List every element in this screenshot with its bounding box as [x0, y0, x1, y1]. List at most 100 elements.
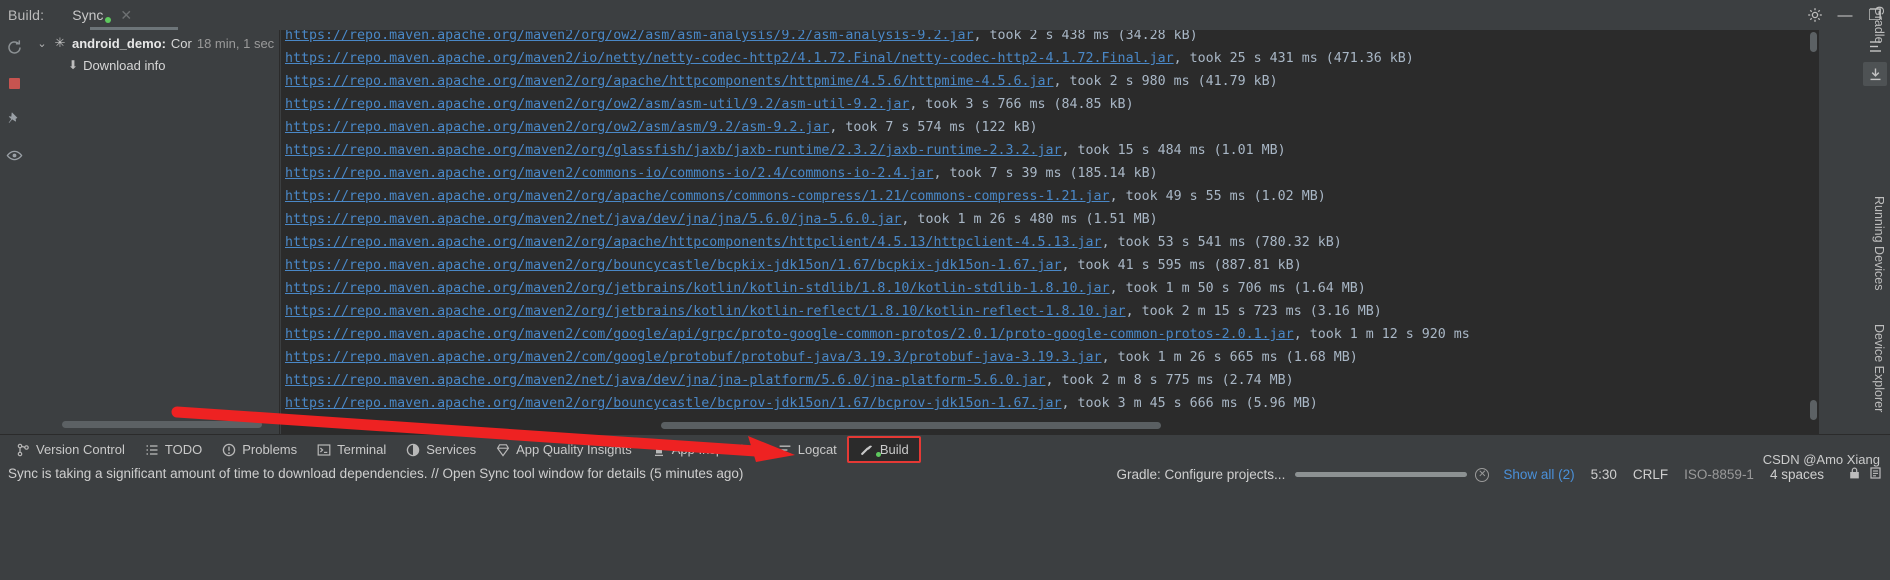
log-line-meta: , took 1 m 50 s 706 ms (1.64 MB) [1109, 281, 1366, 296]
chevron-down-icon[interactable]: ⌄ [36, 37, 48, 50]
tool-window-button-services[interactable]: Services [396, 437, 486, 462]
hide-icon[interactable] [1863, 34, 1887, 58]
tool-window-label: Problems [242, 442, 298, 457]
sync-status-dot [105, 17, 112, 23]
cancel-task-icon[interactable]: ✕ [1475, 467, 1490, 482]
tool-window-label: Services [426, 442, 477, 457]
log-line-url[interactable]: https://repo.maven.apache.org/maven2/com… [285, 166, 933, 181]
log-line-url[interactable]: https://repo.maven.apache.org/maven2/com… [285, 350, 1102, 365]
tool-window-label: Build [879, 442, 909, 457]
scroll-thumb-top[interactable] [1810, 32, 1817, 52]
version-control-icon [16, 443, 30, 457]
tree-horizontal-scrollbar[interactable] [62, 421, 262, 428]
log-line-url[interactable]: https://repo.maven.apache.org/maven2/io/… [285, 51, 1174, 66]
console-vertical-scrollbar[interactable] [1809, 30, 1818, 434]
tool-window-button-terminal[interactable]: Terminal [307, 437, 396, 462]
status-bar-right: Gradle: Configure projects... ✕ Show all… [1116, 466, 1882, 483]
log-line-meta: , took 3 m 45 s 666 ms (5.96 MB) [1061, 396, 1318, 411]
minimize-button[interactable]: — [1830, 0, 1860, 30]
lock-icon[interactable] [1848, 466, 1861, 483]
log-line: https://repo.maven.apache.org/maven2/org… [281, 254, 1819, 277]
scroll-thumb-bottom[interactable] [1810, 400, 1817, 420]
log-line: https://repo.maven.apache.org/maven2/org… [281, 116, 1819, 139]
log-line-url[interactable]: https://repo.maven.apache.org/maven2/org… [285, 143, 1062, 158]
line-separator[interactable]: CRLF [1633, 467, 1668, 482]
status-bar: Sync is taking a significant amount of t… [0, 452, 1890, 580]
indent-setting[interactable]: 4 spaces [1770, 467, 1824, 482]
download-icon: ⬇ [68, 58, 79, 72]
log-line-url[interactable]: https://repo.maven.apache.org/maven2/org… [285, 30, 973, 43]
log-line-url[interactable]: https://repo.maven.apache.org/maven2/org… [285, 281, 1110, 296]
file-encoding[interactable]: ISO-8859-1 [1684, 467, 1754, 482]
tool-window-button-problems[interactable]: Problems [212, 437, 307, 462]
caret-position[interactable]: 5:30 [1591, 467, 1617, 482]
tool-window-button-app-quality-insights[interactable]: App Quality Insights [486, 437, 642, 462]
stop-icon[interactable] [3, 72, 25, 94]
status-message[interactable]: Sync is taking a significant amount of t… [8, 466, 743, 481]
tool-window-button-build[interactable]: Build [846, 436, 921, 463]
right-toolbar-rail [1860, 30, 1890, 434]
tree-row-download-info[interactable]: ⬇ Download info [28, 54, 279, 76]
tool-window-label: App Inspection [671, 442, 758, 457]
build-status-dot [875, 452, 881, 457]
rerun-icon[interactable] [3, 36, 25, 58]
tree-child-label: Download info [83, 57, 166, 73]
log-line-meta: , took 53 s 541 ms (780.32 kB) [1101, 235, 1342, 250]
tree-row-root[interactable]: ⌄ ✳ android_demo: Cor 18 min, 1 sec [28, 32, 279, 54]
tool-window-button-todo[interactable]: TODO [135, 437, 212, 462]
console-horizontal-scrollbar[interactable] [661, 422, 1161, 429]
log-line: https://repo.maven.apache.org/maven2/org… [281, 30, 1819, 47]
maximize-button[interactable]: ❐ [1860, 0, 1890, 30]
build-header-label: Build: [8, 7, 45, 23]
tab-sync-label: Sync [72, 7, 104, 23]
log-line-url[interactable]: https://repo.maven.apache.org/maven2/org… [285, 120, 829, 135]
log-line-url[interactable]: https://repo.maven.apache.org/maven2/net… [285, 373, 1046, 388]
tab-sync[interactable]: Sync ✕ [68, 0, 179, 30]
log-line-url[interactable]: https://repo.maven.apache.org/maven2/net… [285, 212, 901, 227]
log-line-url[interactable]: https://repo.maven.apache.org/maven2/com… [285, 327, 1294, 342]
tree-root-duration: 18 min, 1 sec [196, 35, 275, 51]
show-all-link[interactable]: Show all (2) [1503, 467, 1574, 482]
log-line-meta: , took 2 m 8 s 775 ms (2.74 MB) [1045, 373, 1294, 388]
log-line-url[interactable]: https://repo.maven.apache.org/maven2/org… [285, 304, 1126, 319]
app-inspection-icon [652, 443, 666, 457]
log-line-meta: , took 1 m 26 s 665 ms (1.68 MB) [1101, 350, 1358, 365]
log-line: https://repo.maven.apache.org/maven2/net… [281, 369, 1819, 392]
log-line: https://repo.maven.apache.org/maven2/com… [281, 323, 1819, 346]
log-line-url[interactable]: https://repo.maven.apache.org/maven2/org… [285, 235, 1102, 250]
log-line-meta: , took 15 s 484 ms (1.01 MB) [1061, 143, 1286, 158]
build-output-console[interactable]: https://repo.maven.apache.org/maven2/org… [281, 30, 1819, 434]
log-line-meta: , took 7 s 39 ms (185.14 kB) [933, 166, 1158, 181]
gear-icon[interactable] [1800, 0, 1830, 30]
log-line-url[interactable]: https://repo.maven.apache.org/maven2/org… [285, 189, 1110, 204]
log-line-meta: , took 49 s 55 ms (1.02 MB) [1109, 189, 1326, 204]
log-line-meta: , took 41 s 595 ms (887.81 kB) [1061, 258, 1302, 273]
tool-window-label: Logcat [797, 442, 837, 457]
close-icon[interactable]: ✕ [120, 8, 132, 22]
tool-window-button-version-control[interactable]: Version Control [6, 437, 135, 462]
log-line-meta: , took 1 m 12 s 920 ms [1293, 327, 1470, 342]
log-line-meta: , took 7 s 574 ms (122 kB) [829, 120, 1038, 135]
log-line: https://repo.maven.apache.org/maven2/org… [281, 93, 1819, 116]
watermark: CSDN @Amo Xiang [1762, 452, 1880, 467]
log-line-url[interactable]: https://repo.maven.apache.org/maven2/org… [285, 258, 1062, 273]
eye-icon[interactable] [3, 144, 25, 166]
build-toolwindow-header: Build: Sync ✕ — ❐ [0, 0, 1890, 30]
log-line-url[interactable]: https://repo.maven.apache.org/maven2/org… [285, 396, 1062, 411]
log-line-meta: , took 2 s 980 ms (41.79 kB) [1053, 74, 1278, 89]
download-sources-icon[interactable] [1863, 62, 1887, 86]
log-line-url[interactable]: https://repo.maven.apache.org/maven2/org… [285, 97, 909, 112]
log-line: https://repo.maven.apache.org/maven2/org… [281, 70, 1819, 93]
tool-window-button-app-inspection[interactable]: App Inspection [642, 437, 768, 462]
log-line: https://repo.maven.apache.org/maven2/org… [281, 139, 1819, 162]
pin-icon[interactable] [3, 108, 25, 130]
app-quality-insights-icon [496, 443, 510, 457]
log-line-url[interactable]: https://repo.maven.apache.org/maven2/org… [285, 74, 1054, 89]
tool-window-button-logcat[interactable]: Logcat [768, 437, 847, 462]
notifications-icon[interactable] [1869, 466, 1882, 483]
tool-window-bar: Version Control TODO Problems Terminal Servi… [0, 435, 1890, 464]
log-line: https://repo.maven.apache.org/maven2/org… [281, 277, 1819, 300]
progress-bar [1295, 472, 1468, 477]
log-line-meta: , took 25 s 431 ms (471.36 kB) [1173, 51, 1414, 66]
log-line: https://repo.maven.apache.org/maven2/com… [281, 346, 1819, 369]
